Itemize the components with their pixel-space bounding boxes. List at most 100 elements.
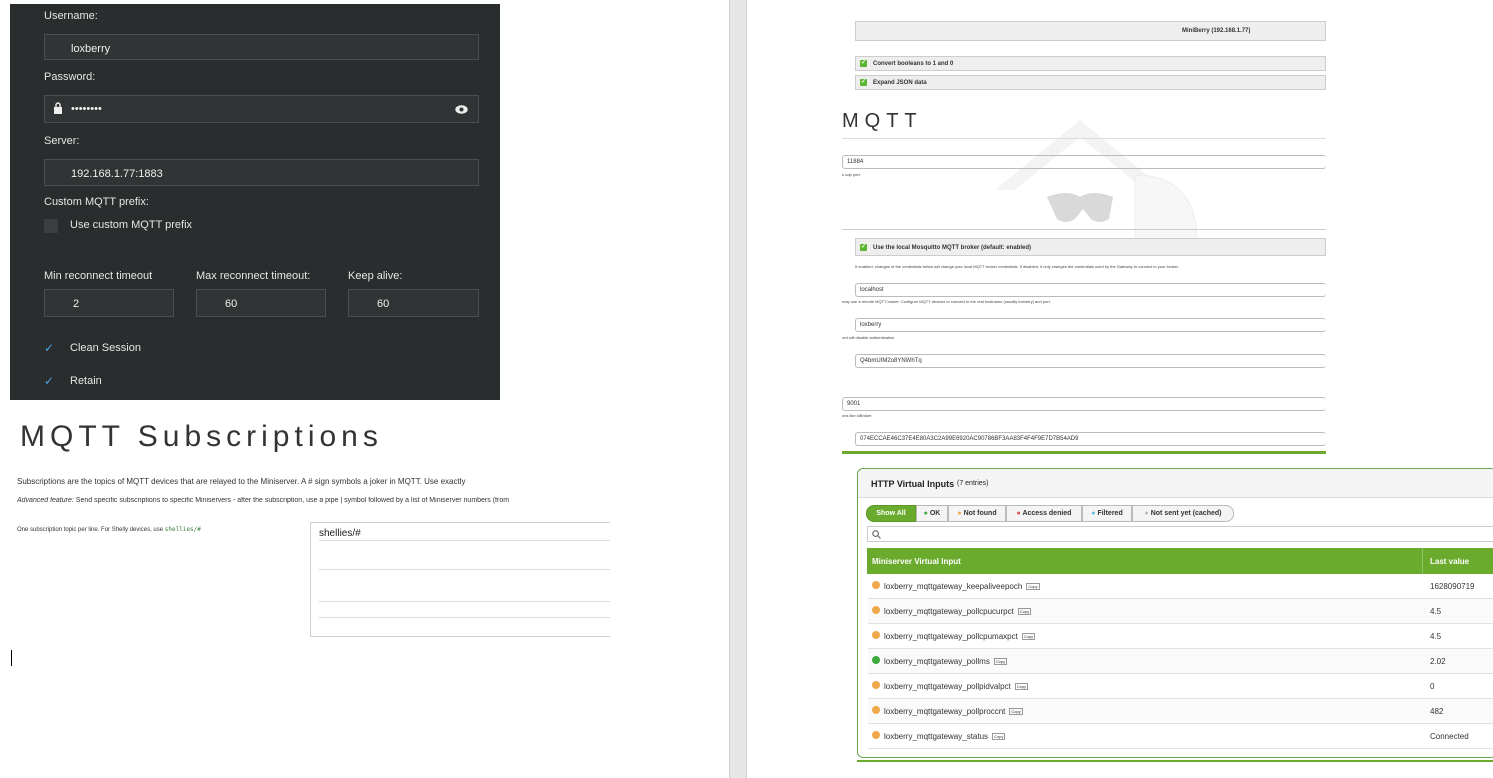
keep-alive-field[interactable]: 60 [348, 289, 479, 317]
table-row: loxberry_mqttgateway_pollcpucurpct Copy 4.… [868, 599, 1493, 624]
max-reconnect-label: Max reconnect timeout: [196, 270, 311, 282]
last-value: 4.5 [1430, 632, 1442, 641]
virtual-input-name: loxberry_mqttgateway_pollms [884, 657, 990, 666]
copy-button[interactable]: Copy [1014, 683, 1029, 691]
hash-value: 074ECCAE46C37E4E80A3C2A99E6920AC90786BF3… [860, 436, 1079, 442]
virtual-input-cell: loxberry_mqttgateway_status Copy [884, 732, 1006, 741]
broker-host-field[interactable]: localhost [855, 283, 1326, 297]
copy-button[interactable]: Copy [992, 733, 1006, 741]
check-icon: ✓ [860, 79, 867, 86]
table-row: loxberry_mqttgateway_status Copy Connected [868, 724, 1493, 749]
virtual-input-cell: loxberry_mqttgateway_pollpidvalpct Copy [884, 682, 1029, 691]
filter-not-found-label: Not found [963, 510, 997, 517]
loxberry-watermark-icon [995, 120, 1198, 255]
broker-user-field[interactable]: loxberry [855, 318, 1326, 332]
last-value: 1628090719 [1430, 582, 1475, 591]
copy-button[interactable]: Copy [1021, 633, 1036, 641]
server-field[interactable]: 192.168.1.77:1883 [44, 159, 479, 186]
filter-access-denied-button[interactable]: ● Access denied [1006, 505, 1082, 522]
subscriptions-hint-code: shellies/# [164, 526, 201, 533]
password-label: Password: [44, 71, 96, 83]
advanced-feature-label: Advanced feature: [17, 497, 74, 504]
broker-pass-value: Q4bmUIM2o8YNWhTq [860, 358, 922, 364]
filter-not-sent-button[interactable]: ● Not sent yet (cached) [1132, 505, 1234, 522]
cached-status-icon [872, 606, 880, 614]
copy-button[interactable]: Copy [993, 658, 1008, 666]
keep-alive-label: Keep alive: [348, 270, 403, 282]
virtual-input-cell: loxberry_mqttgateway_pollcpucurpct Copy [884, 607, 1032, 616]
virtual-input-cell: loxberry_mqttgateway_keepaliveepoch Copy [884, 582, 1040, 591]
udp-port-field[interactable]: 11884 [842, 155, 1326, 169]
virtual-input-cell: loxberry_mqttgateway_pollcpumaxpct Copy [884, 632, 1036, 641]
subscriptions-hint: One subscription topic per line. For She… [17, 526, 201, 533]
retain-checkbox[interactable]: ✓ [44, 374, 54, 388]
column-value-header[interactable]: Last value [1430, 557, 1469, 566]
expand-json-toggle[interactable]: ✓ Expand JSON data [855, 75, 1326, 90]
check-icon: ✓ [860, 244, 867, 251]
table-row: loxberry_mqttgateway_pollproccnt Copy 482 [868, 699, 1493, 724]
password-field[interactable]: •••••••• [44, 95, 479, 123]
table-row: loxberry_mqttgateway_pollms Copy 2.02 [868, 649, 1493, 674]
copy-button[interactable]: Copy [1026, 583, 1040, 591]
miniserver-header-text: MiniBerry (192.168.1.77) [1182, 28, 1251, 34]
subscriptions-title: MQTT Subscriptions [20, 420, 383, 453]
search-icon [872, 530, 881, 539]
miniserver-header: MiniBerry (192.168.1.77) [855, 21, 1326, 41]
custom-prefix-label: Custom MQTT prefix: [44, 196, 149, 208]
eye-icon[interactable] [455, 105, 468, 117]
convert-booleans-toggle[interactable]: ✓ Convert booleans to 1 and 0 [855, 56, 1326, 71]
udp-port-hint: s udp port. [842, 172, 861, 177]
subscriptions-hint-text: One subscription topic per line. For She… [17, 527, 165, 533]
page-gutter [729, 0, 747, 778]
check-icon: ✓ [860, 60, 867, 67]
copy-button[interactable]: Copy [1009, 708, 1023, 716]
search-input[interactable] [867, 526, 1493, 542]
copy-button[interactable]: Copy [1017, 608, 1032, 616]
column-name-header[interactable]: Miniserver Virtual Input [872, 557, 961, 566]
broker-user-hint: ord will disable authentication. [842, 335, 896, 340]
broker-pass-field[interactable]: Q4bmUIM2o8YNWhTq [855, 354, 1326, 368]
column-divider [1422, 548, 1423, 574]
last-value: 2.02 [1430, 657, 1446, 666]
cache-icon: ● [1144, 510, 1149, 517]
advanced-feature-body: Send specific subscriptions to specific … [73, 497, 510, 504]
ok-status-icon [872, 656, 880, 664]
filter-access-denied-label: Access denied [1022, 510, 1072, 517]
server-label: Server: [44, 135, 80, 147]
virtual-input-name: loxberry_mqttgateway_status [884, 732, 989, 741]
max-reconnect-field[interactable]: 60 [196, 289, 326, 317]
filter-ok-button[interactable]: ● OK [916, 505, 948, 522]
virtual-input-name: loxberry_mqttgateway_pollcpucurpct [884, 607, 1014, 616]
last-value: 0 [1430, 682, 1435, 691]
custom-prefix-checkbox-label: Use custom MQTT prefix [70, 219, 193, 231]
convert-booleans-label: Convert booleans to 1 and 0 [873, 61, 954, 67]
filter-not-found-button[interactable]: ● Not found [948, 505, 1006, 522]
use-local-broker-toggle[interactable]: ✓ Use the local Mosquitto MQTT broker (d… [855, 238, 1326, 256]
username-field[interactable]: loxberry [44, 34, 479, 60]
clean-session-checkbox[interactable]: ✓ [44, 341, 54, 355]
hash-field[interactable]: 074ECCAE46C37E4E80A3C2A99E6920AC90786BF3… [855, 432, 1326, 446]
filter-show-all-button[interactable]: Show All [866, 505, 916, 522]
denied-icon: ● [1016, 510, 1021, 517]
cached-status-icon [872, 706, 880, 714]
filter-filtered-label: Filtered [1097, 510, 1123, 517]
filter-not-sent-label: Not sent yet (cached) [1150, 510, 1222, 517]
min-reconnect-field[interactable]: 2 [44, 289, 174, 317]
broker-hint: If enabled, changes of the credentials b… [855, 264, 1179, 269]
virtual-input-cell: loxberry_mqttgateway_pollproccnt Copy [884, 707, 1023, 716]
subscription-line-divider [319, 540, 610, 541]
subscriptions-textarea[interactable]: shellies/# [310, 522, 610, 637]
cached-status-icon [872, 681, 880, 689]
filter-filtered-button[interactable]: ● Filtered [1082, 505, 1132, 522]
custom-prefix-checkbox[interactable] [44, 219, 58, 233]
next-panel-edge [857, 760, 1493, 766]
use-local-broker-label: Use the local Mosquitto MQTT broker (def… [873, 245, 1032, 251]
divider [842, 138, 1326, 139]
virtual-input-name: loxberry_mqttgateway_pollpidvalpct [884, 682, 1011, 691]
table-header: Miniserver Virtual Input Last value [867, 548, 1493, 574]
ws-port-field[interactable]: 9001 [842, 397, 1326, 411]
ws-port-hint: ons like ioBroker. [842, 413, 873, 418]
cached-status-icon [872, 731, 880, 739]
text-cursor [11, 650, 12, 666]
username-label: Username: [44, 10, 98, 22]
